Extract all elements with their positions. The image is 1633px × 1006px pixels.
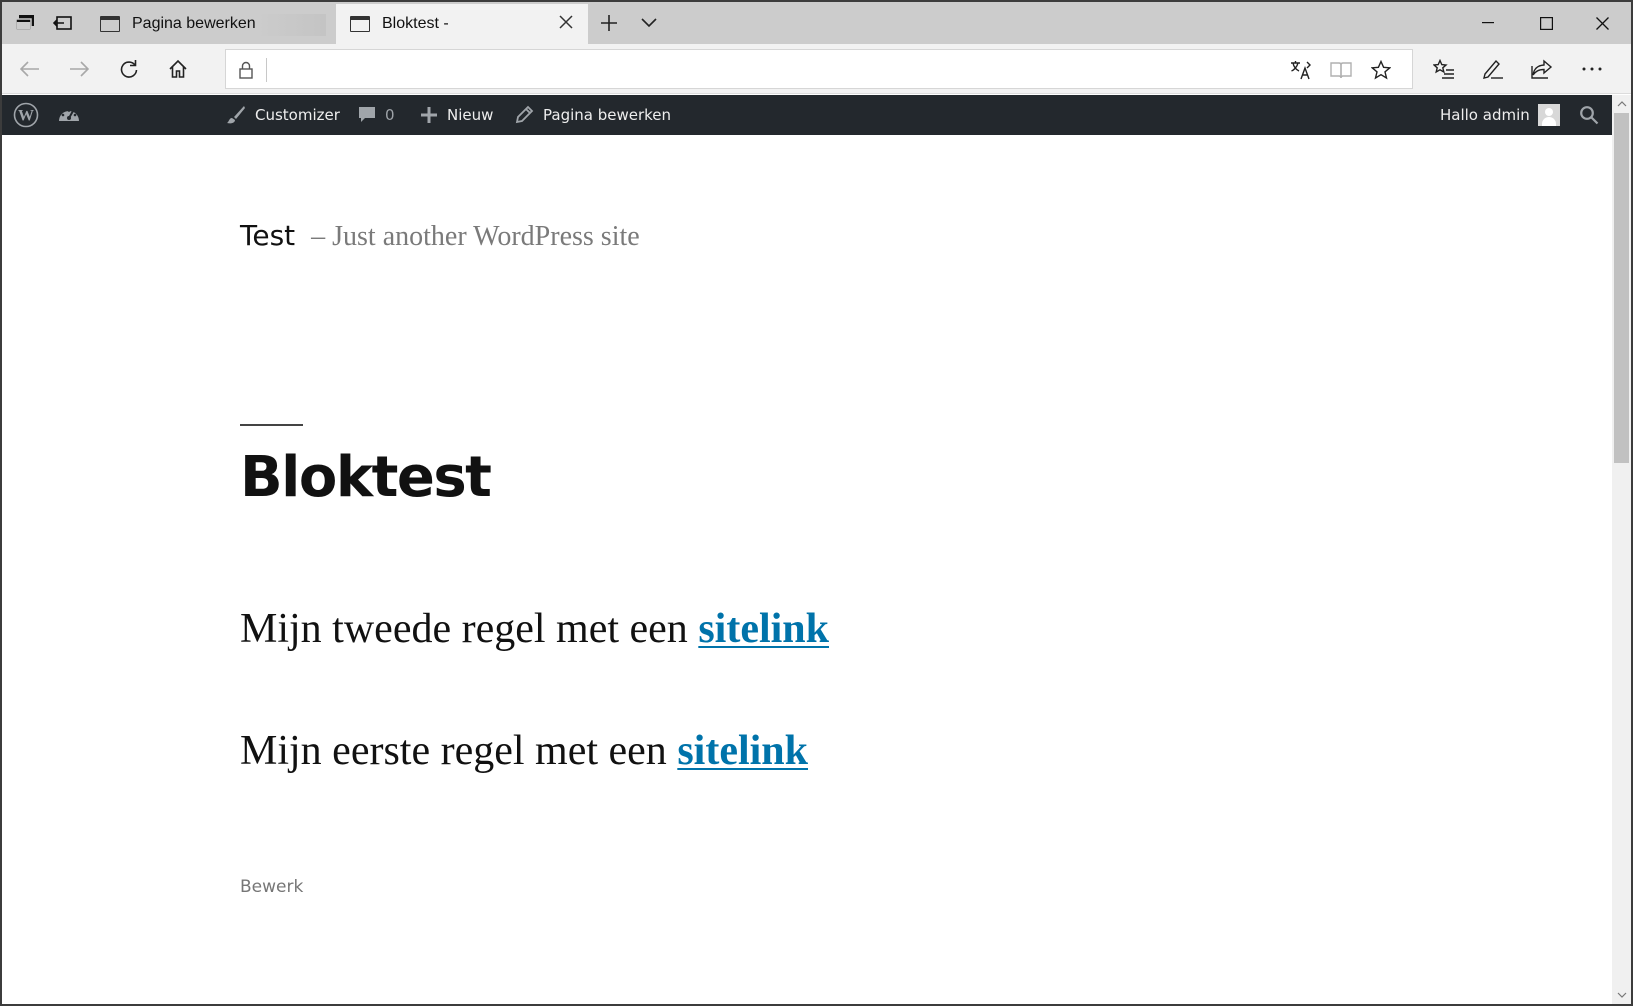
site-header: Test – Just another WordPress site	[240, 219, 640, 253]
site-description: – Just another WordPress site	[311, 221, 640, 252]
paragraph-text: Mijn eerste regel met een	[240, 728, 678, 774]
page-content: Test – Just another WordPress site Blokt…	[2, 135, 1612, 1004]
close-window-button[interactable]	[1574, 2, 1630, 44]
comments-count: 0	[385, 106, 395, 124]
tab-title: Bloktest -	[382, 15, 449, 32]
wordpress-logo-icon[interactable]: W	[13, 95, 39, 135]
paragraph-2: Mijn eerste regel met een sitelink	[240, 727, 808, 775]
more-menu-icon[interactable]	[1576, 54, 1608, 84]
new-content-link[interactable]: Nieuw	[420, 95, 493, 135]
scroll-thumb[interactable]	[1614, 113, 1629, 463]
reading-view-icon[interactable]	[1328, 58, 1354, 82]
comment-bubble-icon	[357, 105, 377, 125]
edit-page-link[interactable]: Pagina bewerken	[514, 95, 671, 135]
vertical-scrollbar[interactable]	[1612, 95, 1631, 1004]
my-account-link[interactable]: Hallo admin	[1440, 95, 1560, 135]
avatar	[1537, 104, 1560, 126]
edit-page-label: Pagina bewerken	[543, 106, 672, 124]
minimize-button[interactable]	[1460, 2, 1516, 44]
new-label: Nieuw	[447, 106, 494, 124]
plus-icon	[420, 106, 438, 124]
navigation-bar	[2, 44, 1631, 94]
back-button[interactable]	[14, 54, 46, 84]
edit-link[interactable]: Bewerk	[240, 877, 303, 897]
url-input[interactable]	[276, 56, 1276, 82]
customizer-label: Customizer	[255, 106, 340, 124]
favorite-star-icon[interactable]	[1368, 58, 1394, 82]
tab-fade	[256, 14, 326, 36]
comments-link[interactable]: 0	[357, 95, 395, 135]
paragraph-text: Mijn tweede regel met een	[240, 606, 699, 652]
close-tab-icon[interactable]	[556, 14, 576, 34]
pen-notes-icon[interactable]	[1477, 54, 1509, 84]
paragraph-1: Mijn tweede regel met een sitelink	[240, 605, 829, 653]
title-bar: Pagina bewerken Bloktest -	[2, 2, 1631, 44]
address-bar[interactable]	[225, 49, 1413, 89]
dashboard-icon[interactable]	[57, 95, 81, 135]
page-title: Bloktest	[240, 445, 492, 510]
search-icon[interactable]	[1579, 95, 1599, 135]
maximize-button[interactable]	[1518, 2, 1574, 44]
address-separator	[266, 58, 267, 82]
set-aside-tabs-icon[interactable]	[52, 12, 74, 34]
tab-pagina-bewerken[interactable]: Pagina bewerken	[86, 4, 336, 44]
share-icon[interactable]	[1526, 54, 1558, 84]
translate-icon[interactable]	[1288, 58, 1314, 82]
sitelink-2[interactable]: sitelink	[677, 728, 808, 774]
scroll-down-chevron-icon[interactable]	[1612, 986, 1631, 1004]
customizer-link[interactable]: Customizer	[226, 95, 340, 135]
refresh-button[interactable]	[113, 54, 145, 84]
title-divider	[240, 424, 303, 426]
tab-bloktest[interactable]: Bloktest -	[336, 4, 588, 44]
site-title[interactable]: Test	[240, 219, 295, 252]
browser-window: Pagina bewerken Bloktest - W Customizer …	[0, 0, 1633, 1006]
tab-preview-chevron-icon[interactable]	[638, 12, 660, 34]
page-icon	[350, 16, 370, 32]
forward-button[interactable]	[63, 54, 95, 84]
favorites-hub-icon[interactable]	[1428, 54, 1460, 84]
paintbrush-icon	[226, 105, 246, 125]
home-button[interactable]	[162, 54, 194, 84]
new-tab-icon[interactable]	[598, 12, 620, 34]
tab-title: Pagina bewerken	[132, 15, 256, 32]
svg-text:W: W	[18, 108, 34, 125]
tab-manager-icon[interactable]	[14, 12, 36, 34]
page-icon	[100, 16, 120, 32]
scroll-up-chevron-icon[interactable]	[1612, 95, 1631, 113]
lock-icon	[238, 60, 258, 80]
greeting-label: Hallo admin	[1440, 106, 1530, 124]
sitelink-1[interactable]: sitelink	[698, 606, 829, 652]
pencil-icon	[514, 105, 534, 125]
wp-admin-bar: W Customizer 0 Nieuw Pagina bewerken Hal…	[2, 95, 1612, 135]
